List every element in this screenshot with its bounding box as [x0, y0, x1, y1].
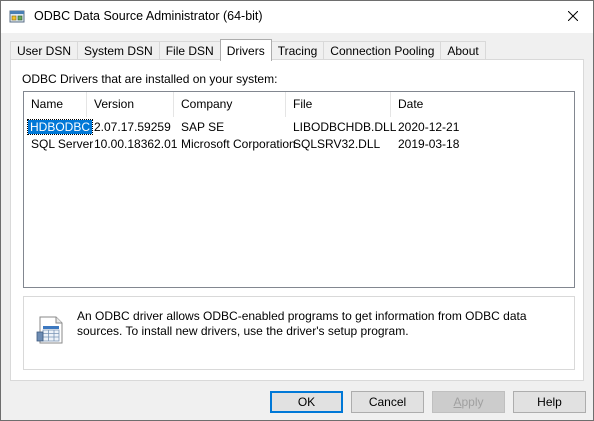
cell-name: HDBODBC: [24, 119, 94, 136]
tab-about[interactable]: About: [440, 41, 486, 60]
odbc-admin-icon: [9, 9, 25, 25]
tab-file-dsn[interactable]: File DSN: [158, 41, 221, 60]
close-button[interactable]: [553, 1, 593, 33]
window-title: ODBC Data Source Administrator (64-bit): [34, 9, 263, 23]
tab-system-dsn[interactable]: System DSN: [77, 41, 160, 60]
cell-date: 2020-12-21: [398, 120, 460, 134]
cell-version: 10.00.18362.01: [94, 137, 178, 151]
column-header-version[interactable]: Version: [87, 92, 174, 117]
list-header: Name Version Company File Date: [24, 92, 574, 117]
document-table-icon: [35, 314, 67, 346]
tab-drivers[interactable]: Drivers: [219, 39, 272, 61]
selected-driver-name: HDBODBC: [26, 119, 94, 135]
table-row[interactable]: HDBODBC 2.07.17.59259 SAP SE LIBODBCHDB.…: [24, 119, 491, 136]
cell-name: SQL Server: [31, 137, 94, 151]
column-header-company[interactable]: Company: [174, 92, 286, 117]
tab-connection-pooling[interactable]: Connection Pooling: [323, 41, 442, 60]
tab-strip: User DSN System DSN File DSN Drivers Tra…: [10, 39, 486, 61]
driver-info-box: An ODBC driver allows ODBC-enabled progr…: [23, 296, 575, 370]
cell-version: 2.07.17.59259: [94, 120, 171, 134]
close-icon: [567, 10, 579, 24]
cell-company: SAP SE: [181, 120, 225, 134]
cell-file: SQLSRV32.DLL: [293, 137, 381, 151]
help-button[interactable]: Help: [513, 391, 586, 413]
odbc-admin-window: ODBC Data Source Administrator (64-bit) …: [0, 0, 594, 421]
drivers-list[interactable]: Name Version Company File Date HDBODBC 2…: [23, 91, 575, 288]
column-header-date[interactable]: Date: [391, 92, 574, 117]
column-header-name[interactable]: Name: [24, 92, 87, 117]
tab-tracing[interactable]: Tracing: [270, 41, 325, 60]
apply-label-rest: pply: [461, 395, 484, 409]
drivers-list-label: ODBC Drivers that are installed on your …: [22, 72, 278, 86]
drivers-panel: ODBC Drivers that are installed on your …: [10, 59, 584, 381]
cancel-button[interactable]: Cancel: [351, 391, 424, 413]
apply-mnemonic: A: [453, 395, 462, 409]
title-bar: ODBC Data Source Administrator (64-bit): [1, 1, 593, 33]
tab-user-dsn[interactable]: User DSN: [10, 41, 79, 60]
column-header-file[interactable]: File: [286, 92, 391, 117]
driver-info-text: An ODBC driver allows ODBC-enabled progr…: [77, 309, 527, 338]
table-row[interactable]: SQL Server 10.00.18362.01 Microsoft Corp…: [24, 136, 491, 153]
cell-company: Microsoft Corporation: [181, 137, 296, 151]
ok-button[interactable]: OK: [270, 391, 343, 413]
apply-button[interactable]: Apply: [432, 391, 505, 413]
cell-date: 2019-03-18: [398, 137, 460, 151]
cell-file: LIBODBCHDB.DLL: [293, 120, 397, 134]
